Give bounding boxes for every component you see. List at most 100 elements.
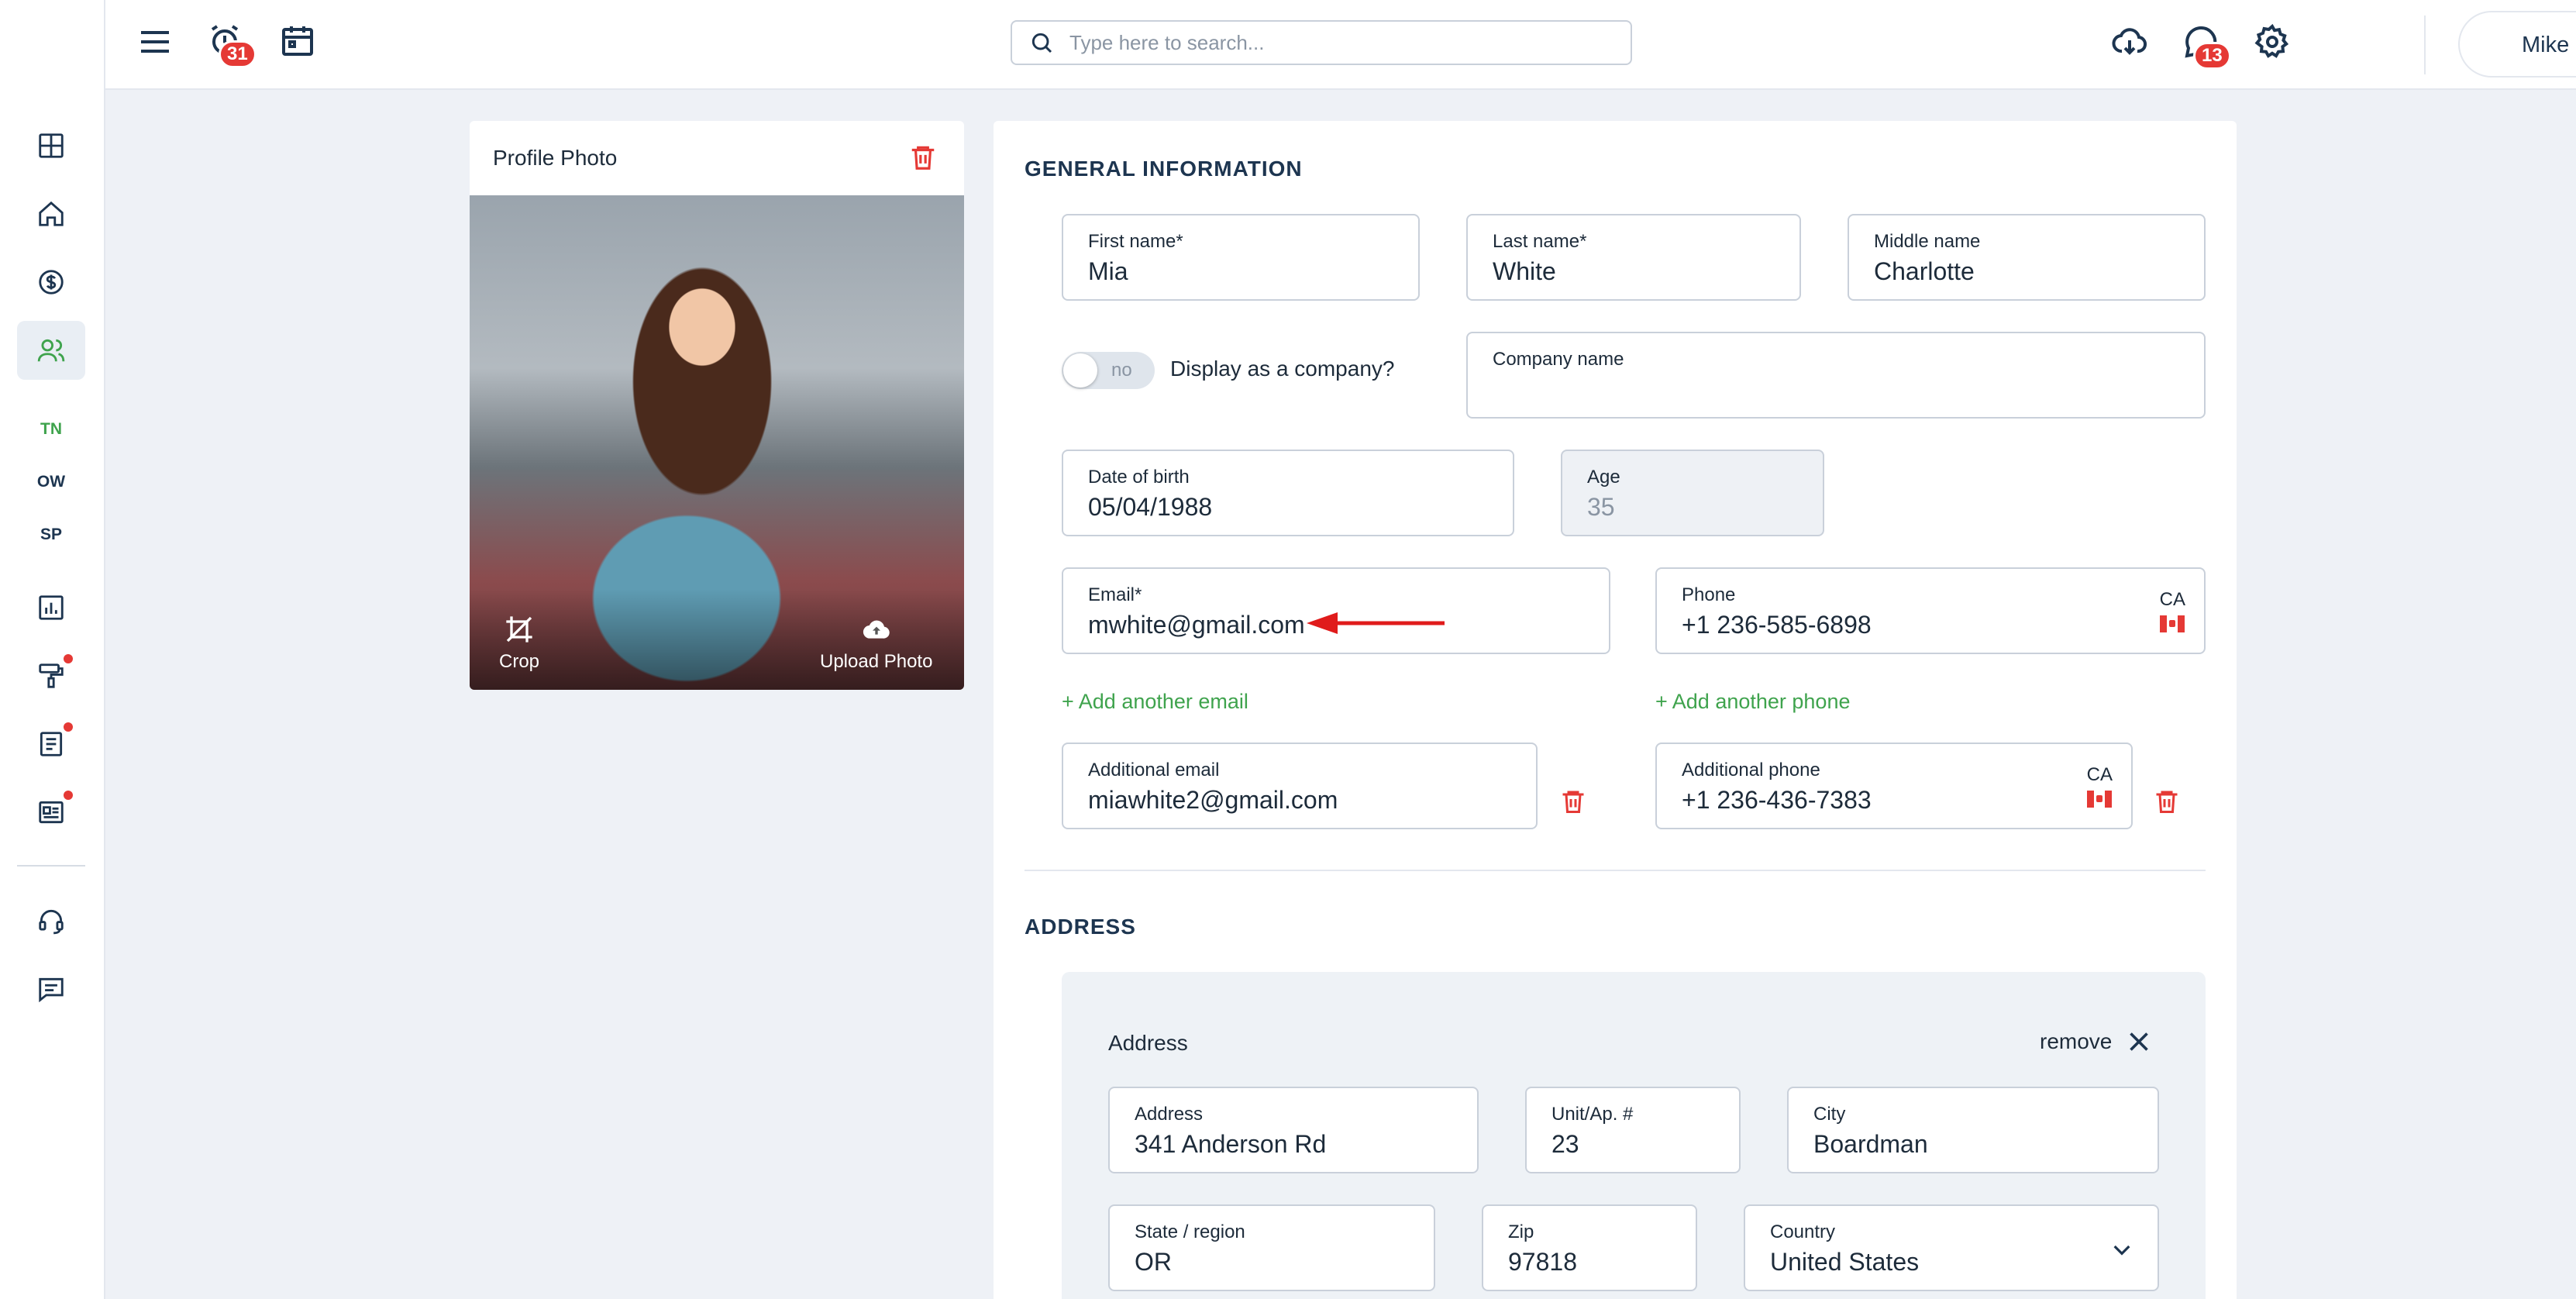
crop-icon (506, 616, 532, 643)
country-dropdown-toggle[interactable] (2109, 1237, 2134, 1266)
last-name-label: Last name* (1493, 231, 1587, 252)
user-menu[interactable]: Mike (2458, 11, 2576, 78)
additional-email-field[interactable]: Additional email miawhite2@gmail.com (1062, 743, 1538, 829)
users-icon (37, 339, 65, 362)
unit-field[interactable]: Unit/Ap. # 23 (1525, 1087, 1741, 1173)
state-value: OR (1135, 1248, 1172, 1276)
profile-photo-card: Profile Photo Crop Upload Photo (470, 121, 964, 690)
trash-icon (2156, 791, 2178, 813)
first-name-value: Mia (1088, 257, 1128, 285)
dob-label: Date of birth (1088, 467, 1190, 488)
city-value: Boardman (1813, 1130, 1928, 1158)
user-name: Mike (2522, 33, 2570, 57)
add-email-link[interactable]: + Add another email (1062, 690, 1248, 714)
zip-label: Zip (1508, 1221, 1534, 1242)
remove-address-button[interactable] (2125, 1028, 2153, 1060)
headset-icon (39, 909, 64, 935)
zip-field[interactable]: Zip 97818 (1482, 1204, 1697, 1291)
unit-label: Unit/Ap. # (1551, 1104, 1634, 1125)
crop-button[interactable]: Crop (499, 614, 539, 673)
search-input[interactable] (1069, 30, 1612, 55)
reports-icon (39, 595, 64, 620)
sidebar-tag-sp[interactable]: SP (17, 512, 85, 558)
upload-photo-button[interactable]: Upload Photo (820, 614, 932, 673)
sidebar-item-users[interactable] (17, 321, 85, 380)
zip-value: 97818 (1508, 1248, 1577, 1276)
company-toggle[interactable]: no (1062, 352, 1155, 389)
canada-flag-icon (2087, 791, 2113, 808)
dashboard-icon (39, 133, 64, 158)
trash-icon (1562, 791, 1584, 813)
sidebar-item-news[interactable] (17, 783, 85, 842)
search-bar[interactable] (1011, 20, 1632, 65)
chat-badge: 13 (2193, 42, 2231, 70)
street-value: 341 Anderson Rd (1135, 1130, 1327, 1158)
middle-name-field[interactable]: Middle name Charlotte (1848, 214, 2206, 301)
age-value: 35 (1587, 493, 1615, 521)
hamburger-menu-icon (141, 31, 169, 53)
additional-email-value: miawhite2@gmail.com (1088, 786, 1338, 814)
street-field[interactable]: Address 341 Anderson Rd (1108, 1087, 1479, 1173)
chat-icon (39, 977, 64, 1003)
dob-field[interactable]: Date of birth 05/04/1988 (1062, 450, 1514, 536)
add-phone-link[interactable]: + Add another phone (1655, 690, 1850, 714)
download-button[interactable] (2111, 23, 2148, 64)
cloud-upload-icon (863, 620, 890, 639)
notification-dot (64, 654, 73, 663)
country-select[interactable]: Country United States (1744, 1204, 2159, 1291)
company-name-field[interactable]: Company name (1466, 332, 2206, 419)
street-label: Address (1135, 1104, 1204, 1125)
delete-email-button[interactable] (1559, 787, 1587, 819)
trash-icon (911, 146, 935, 170)
sidebar-item-documents[interactable] (17, 715, 85, 774)
phone-country-select[interactable]: CA (2160, 589, 2185, 632)
remove-address-link[interactable]: remove (2040, 1029, 2112, 1054)
unit-value: 23 (1551, 1130, 1579, 1158)
email-value: mwhite@gmail.com (1088, 611, 1305, 639)
phone-value: +1 236-585-6898 (1682, 611, 1872, 639)
additional-phone-country-code: CA (2086, 764, 2113, 785)
sidebar-tag-tn[interactable]: TN (17, 406, 85, 453)
first-name-field[interactable]: First name* Mia (1062, 214, 1420, 301)
red-arrow-annotation (1307, 612, 1445, 634)
chevron-down-icon (2113, 1245, 2130, 1256)
calendar-button[interactable] (279, 22, 316, 63)
last-name-field[interactable]: Last name* White (1466, 214, 1801, 301)
additional-phone-field[interactable]: Additional phone +1 236-436-7383 CA (1655, 743, 2133, 829)
additional-email-label: Additional email (1088, 760, 1220, 780)
delete-photo-button[interactable] (908, 143, 938, 176)
company-name-label: Company name (1493, 349, 1624, 370)
cloud-download-icon (2112, 28, 2147, 55)
sidebar-item-home[interactable] (17, 184, 85, 243)
phone-field[interactable]: Phone +1 236-585-6898 CA (1655, 567, 2206, 654)
newspaper-icon (39, 801, 64, 824)
sidebar-item-paint[interactable] (17, 646, 85, 705)
toggle-knob (1063, 353, 1097, 388)
last-name-value: White (1493, 257, 1556, 285)
sidebar-item-support[interactable] (17, 891, 85, 950)
gear-icon (2254, 23, 2289, 58)
sidebar-tag-ow[interactable]: OW (17, 459, 85, 505)
state-field[interactable]: State / region OR (1108, 1204, 1435, 1291)
paint-roller-icon (39, 663, 64, 688)
sidebar-item-messages[interactable] (17, 960, 85, 1018)
state-label: State / region (1135, 1221, 1245, 1242)
address-section-title: ADDRESS (1025, 915, 1136, 939)
delete-phone-button[interactable] (2153, 787, 2181, 819)
toggle-state: no (1111, 360, 1132, 381)
upload-photo-label: Upload Photo (820, 651, 933, 672)
settings-button[interactable] (2254, 23, 2291, 64)
topbar: 31 13 Mike (105, 0, 2576, 90)
country-value: United States (1770, 1248, 1920, 1276)
additional-phone-country-select[interactable]: CA (2087, 764, 2113, 808)
menu-button[interactable] (136, 23, 174, 64)
general-info-title: GENERAL INFORMATION (1025, 157, 1303, 181)
city-field[interactable]: City Boardman (1787, 1087, 2159, 1173)
sidebar-item-reports[interactable] (17, 578, 85, 637)
search-icon (1031, 33, 1052, 53)
phone-country-code: CA (2159, 589, 2185, 610)
sidebar-item-billing[interactable] (17, 253, 85, 312)
sidebar-item-dashboard[interactable] (17, 116, 85, 175)
section-divider (1025, 870, 2206, 871)
dob-value: 05/04/1988 (1088, 493, 1213, 521)
